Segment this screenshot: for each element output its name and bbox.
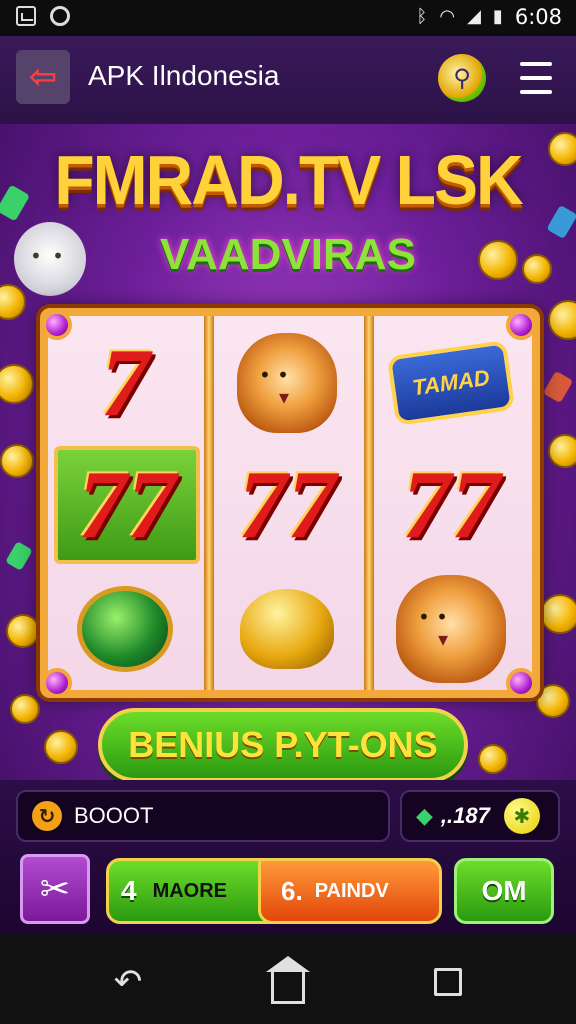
seven-symbol: 7 [100, 329, 150, 437]
double-seven-symbol: 77 [402, 451, 500, 559]
reel-divider [204, 316, 214, 690]
corner-gem-icon [506, 668, 536, 698]
slot-game-area: FMRAD.TV LSK VAADVIRAS 7 77 77 TAMAD [0, 124, 576, 934]
coin-icon [548, 434, 576, 468]
coin-icon [6, 614, 40, 648]
pay-button[interactable]: 6. PAINDV [258, 858, 442, 924]
gem-icon [5, 541, 33, 571]
corner-gem-icon [42, 310, 72, 340]
wand-tool-icon: ✂ [39, 868, 71, 910]
slot-reels: 7 77 77 TAMAD 77 [40, 308, 540, 698]
green-orb-icon [77, 586, 173, 672]
image-icon [16, 6, 36, 26]
circle-icon [50, 6, 70, 26]
tool-button[interactable]: ✂ [20, 854, 90, 924]
double-seven-symbol: 77 [238, 451, 336, 559]
double-seven-symbol: 77 [78, 451, 176, 559]
menu-button[interactable] [514, 56, 558, 100]
back-button[interactable]: ⇦ [16, 50, 70, 104]
gem-icon: ◆ [416, 803, 433, 829]
status-time: 6:08 [514, 5, 562, 29]
reel-2-top-symbol [214, 324, 360, 442]
corner-gem-icon [506, 310, 536, 340]
pay-label: PAINDV [314, 879, 389, 902]
back-arrow-icon: ⇦ [28, 57, 58, 97]
reel-1-bottom-symbol [52, 570, 198, 688]
reel-3-bottom-symbol [378, 570, 524, 688]
reel-3-middle-symbol: 77 [378, 446, 524, 564]
back-nav-icon: ↶ [113, 962, 143, 1002]
status-bar: ᛒ ◠ ◢ ▮ 6:08 [0, 0, 576, 36]
coin-icon [0, 364, 34, 404]
coin-icon [0, 444, 34, 478]
back-nav-button[interactable]: ↶ [108, 962, 148, 1002]
home-nav-button[interactable] [266, 956, 310, 1004]
system-nav-bar: ↶ [0, 934, 576, 1024]
coin-icon: ✱ [503, 798, 540, 834]
reel-1-middle-symbol: 77 [54, 446, 200, 564]
more-number: 4 [121, 875, 137, 906]
more-label: MAORE [152, 879, 228, 902]
coin-icon [44, 730, 78, 764]
reel-2-bottom-symbol [214, 570, 360, 688]
tamad-badge: TAMAD [386, 339, 516, 427]
tiger-icon [237, 333, 337, 433]
game-logo-title: FMRAD.TV LSK [54, 141, 523, 219]
recent-apps-icon [434, 968, 462, 996]
reel-3-top-symbol: TAMAD [378, 324, 524, 442]
balance-value: ,.187 [440, 803, 490, 828]
coin-icon [548, 300, 576, 340]
om-label: OM [481, 875, 527, 906]
lion-icon [396, 575, 506, 683]
app-bar: ⇦ APK Ilndonesia ⚲ [0, 36, 576, 124]
boost-field[interactable]: ↻ BOOOT [16, 790, 390, 842]
wifi-icon: ◠ [439, 6, 456, 27]
app-title: APK Ilndonesia [88, 60, 280, 91]
coin-icon [540, 594, 576, 634]
control-panel: ↻ BOOOT ◆ ,.187 ✱ ✂ 4 MAORE 6. PAINDV OM [0, 780, 576, 934]
game-logo-subtitle: VAADVIRAS [160, 230, 416, 279]
boost-label: BOOOT [74, 803, 154, 828]
recent-apps-button[interactable] [428, 962, 468, 1002]
coin-icon [10, 694, 40, 724]
reel-2-middle-symbol: 77 [214, 446, 360, 564]
bonus-spin-button[interactable]: BENIUS P.YT-ONS [98, 708, 468, 782]
cat-mascot-icon [14, 222, 86, 296]
reel-divider [364, 316, 374, 690]
bonus-spin-label: BENIUS P.YT-ONS [128, 724, 438, 765]
home-nav-icon [266, 956, 310, 1004]
reel-1-top-symbol: 7 [52, 324, 198, 442]
coin-icon [478, 744, 508, 774]
gold-bell-icon [240, 589, 334, 669]
gem-icon [542, 370, 574, 404]
more-button[interactable]: 4 MAORE [106, 858, 282, 924]
coin-icon [536, 684, 570, 718]
bluetooth-icon: ᛒ [416, 6, 428, 27]
search-button[interactable]: ⚲ [438, 54, 486, 102]
balance-display: ◆ ,.187 ✱ [400, 790, 560, 842]
battery-icon: ▮ [492, 6, 503, 27]
pay-number: 6. [281, 875, 303, 906]
refresh-icon: ↻ [32, 801, 62, 831]
coin-icon [0, 284, 26, 320]
corner-gem-icon [42, 668, 72, 698]
menu-icon [520, 62, 552, 66]
signal-icon: ◢ [467, 6, 481, 27]
search-icon: ⚲ [453, 64, 471, 92]
om-button[interactable]: OM [454, 858, 554, 924]
